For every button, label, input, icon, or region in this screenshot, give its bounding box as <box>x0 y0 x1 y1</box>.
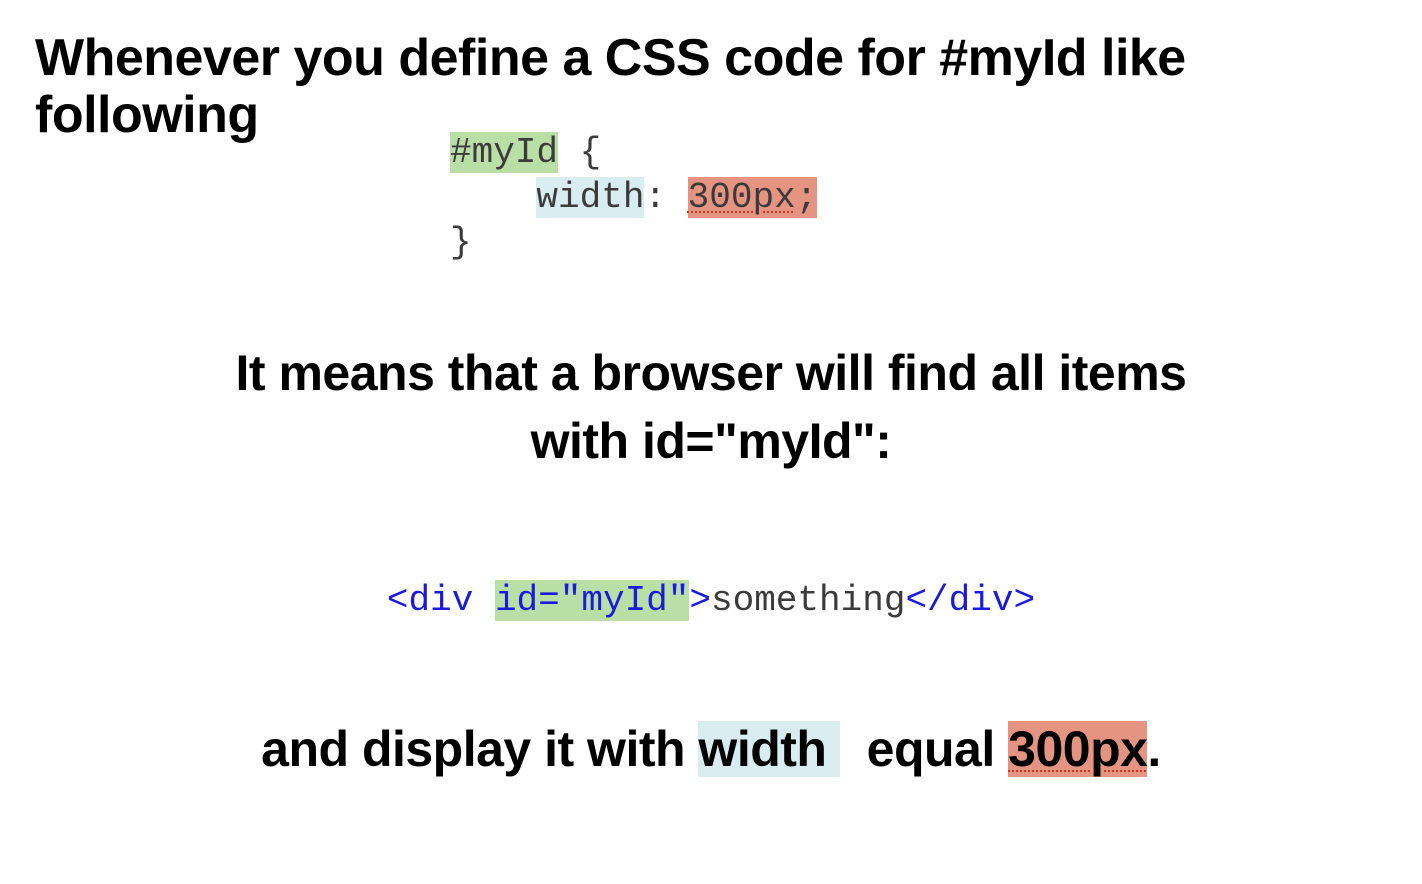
html-tag-close: div <box>949 580 1014 621</box>
css-line-1: #myId { <box>450 130 817 175</box>
heading-bottom: and display it with width equal 300px. <box>0 720 1422 778</box>
bottom-pre: and display it with <box>261 721 698 777</box>
html-lt-close: </ <box>905 580 948 621</box>
css-selector: #myId <box>450 132 558 173</box>
heading-middle-line2: with id="myId": <box>0 408 1422 476</box>
css-value-wrap: 300px; <box>688 177 818 218</box>
css-line-2: width: 300px; <box>450 175 817 220</box>
html-content: something <box>711 580 905 621</box>
html-gt-close: > <box>1013 580 1035 621</box>
css-colon: : <box>644 177 687 218</box>
html-attr: id="myId" <box>495 580 689 621</box>
bottom-width-highlight: width <box>698 721 839 777</box>
html-lt-open: < <box>387 580 409 621</box>
css-code-block: #myId { width: 300px; } <box>450 130 817 265</box>
bottom-dot: . <box>1147 721 1160 777</box>
bottom-300px-highlight: 300px <box>1008 721 1147 777</box>
html-space <box>473 580 495 621</box>
html-tag-open: div <box>409 580 474 621</box>
html-gt-open: > <box>689 580 711 621</box>
css-property: width <box>536 177 644 218</box>
css-line-3: } <box>450 220 817 265</box>
heading-middle-line1: It means that a browser will find all it… <box>0 340 1422 408</box>
css-value: 300px <box>688 177 796 218</box>
bottom-mid: equal <box>867 721 1008 777</box>
slide: Whenever you define a CSS code for #myId… <box>0 0 1422 884</box>
html-code-block: <div id="myId">something</div> <box>0 580 1422 621</box>
heading-middle: It means that a browser will find all it… <box>0 340 1422 475</box>
heading-top: Whenever you define a CSS code for #myId… <box>35 30 1422 144</box>
css-indent <box>450 177 536 218</box>
css-brace-open: { <box>558 132 601 173</box>
css-semicolon: ; <box>796 177 818 218</box>
